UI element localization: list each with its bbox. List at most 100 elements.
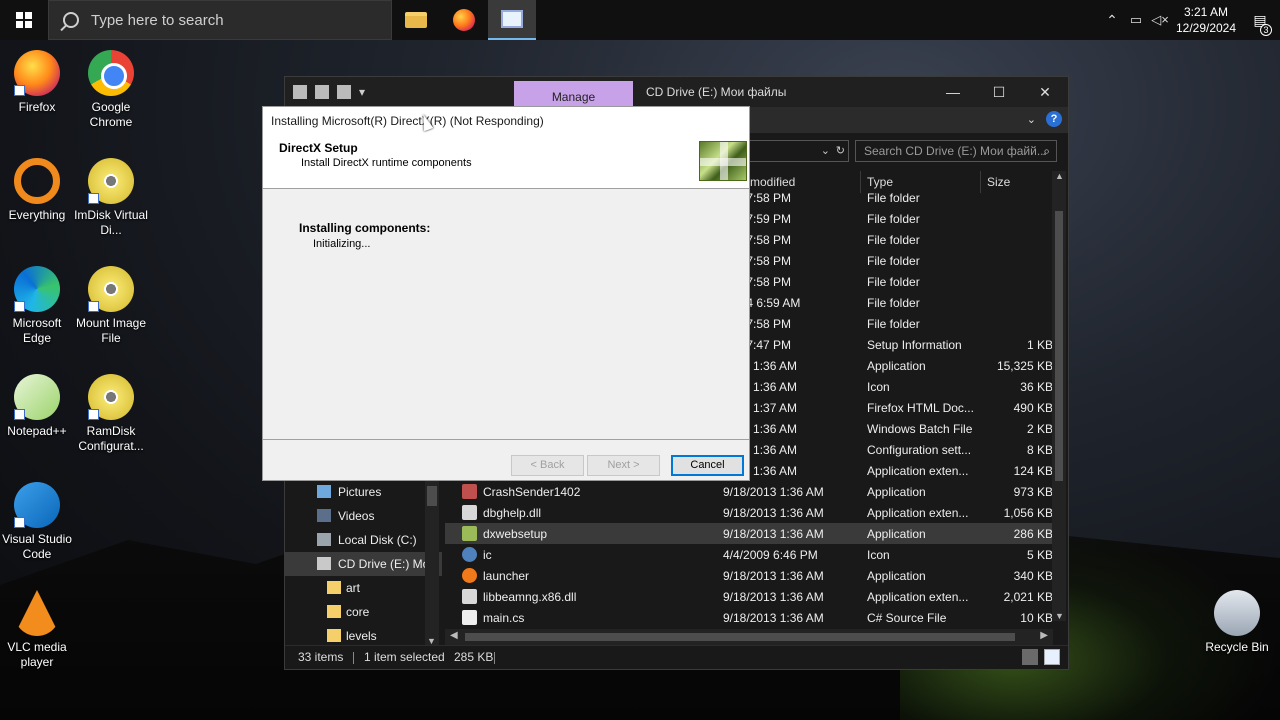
vertical-scrollbar[interactable]: ▲ ▼ [1052, 171, 1066, 621]
expand-ribbon-icon[interactable]: ⌄ [1027, 113, 1036, 126]
nav-label: Local Disk (C:) [338, 533, 417, 547]
nav-item-pictures[interactable]: Pictures [285, 480, 442, 504]
properties-icon[interactable] [315, 85, 329, 99]
desktop-icon-label: Recycle Bin [1205, 640, 1269, 654]
shortcut-arrow-icon [88, 409, 99, 420]
selection-size: 285 KB [454, 650, 494, 664]
windows-logo-icon [16, 12, 32, 28]
file-row[interactable]: libbeamng.x86.dll 9/18/2013 1:36 AM Applic… [445, 586, 1055, 607]
file-row-selected[interactable]: dxwebsetup 9/18/2013 1:36 AM Application 28… [445, 523, 1055, 544]
explorer-title-bar[interactable]: ▾ Manage CD Drive (E:) Мои файлы — ☐ ✕ [285, 77, 1068, 107]
desktop-icon-label: Firefox [18, 100, 56, 114]
selection-info: 1 item selected [364, 650, 445, 664]
minimize-icon[interactable]: — [930, 77, 976, 107]
desktop-icon-mount-image[interactable]: Mount Image File [74, 266, 148, 346]
scroll-up-icon[interactable]: ▲ [1055, 171, 1064, 181]
recycle-bin-icon [1214, 590, 1260, 636]
desktop-icon-label: VLC media player [7, 640, 67, 669]
taskbar-directx-setup[interactable] [488, 0, 536, 40]
back-button[interactable]: < Back [511, 455, 584, 476]
desktop-icon-ramdisk[interactable]: RamDisk Configurat... [74, 374, 148, 454]
manage-tab[interactable]: Manage [514, 81, 633, 107]
large-icons-view-icon[interactable] [1044, 649, 1060, 665]
desktop-icon-vlc[interactable]: VLC media player [0, 590, 74, 670]
nav-item-videos[interactable]: Videos [285, 504, 442, 528]
file-size: 5 KB [1026, 548, 1053, 562]
explorer-search-placeholder: Search CD Drive (E:) Мои файй... [864, 144, 1047, 158]
file-size: 1 KB [1026, 338, 1053, 352]
start-button[interactable] [0, 0, 48, 40]
desktop-icon-firefox[interactable]: Firefox [0, 50, 74, 115]
dll-file-icon [462, 505, 477, 520]
file-row[interactable]: dbghelp.dll 9/18/2013 1:36 AM Application … [445, 502, 1055, 523]
volume-muted-icon[interactable]: ◁× [1148, 12, 1172, 28]
chevron-down-icon[interactable]: ▾ [359, 85, 365, 99]
dialog-title-bar[interactable]: Installing Microsoft(R) DirectX(R) (Not … [263, 107, 749, 135]
drive-icon[interactable] [293, 85, 307, 99]
directx-setup-dialog: Installing Microsoft(R) DirectX(R) (Not … [262, 106, 750, 481]
desktop-icon-chrome[interactable]: Google Chrome [74, 50, 148, 130]
file-size: 340 KB [1013, 569, 1053, 583]
horizontal-scroll-thumb[interactable] [465, 633, 1015, 641]
help-icon[interactable]: ? [1046, 111, 1062, 127]
scroll-down-icon[interactable]: ▼ [1055, 611, 1064, 621]
cancel-button[interactable]: Cancel [671, 455, 744, 476]
nav-scrollbar[interactable]: ▼ [425, 480, 439, 648]
scroll-left-icon[interactable]: ◀ [450, 630, 458, 641]
firefox-icon [14, 50, 60, 96]
nav-scroll-thumb[interactable] [427, 486, 437, 506]
disc-icon [88, 374, 134, 420]
file-type: Application exten... [867, 590, 969, 604]
desktop-icon-label: Everything [8, 208, 66, 222]
file-row[interactable]: main.cs 9/18/2013 1:36 AM C# Source File 10… [445, 607, 1055, 628]
details-view-icon[interactable] [1022, 649, 1038, 665]
address-bar[interactable]: ⌄ ↻ [747, 140, 849, 162]
desktop-icon-notepad-plus[interactable]: Notepad++ [0, 374, 74, 439]
dialog-header: DirectX Setup Install DirectX runtime co… [263, 135, 749, 189]
taskbar: Type here to search ⌃ ▭ ◁× 3:21 AM 12/29… [0, 0, 1280, 40]
file-row[interactable]: CrashSender1402 9/18/2013 1:36 AM Applicat… [445, 481, 1055, 502]
taskbar-file-explorer[interactable] [392, 0, 440, 40]
network-icon[interactable]: ▭ [1124, 12, 1148, 28]
desktop-icon-imdisk[interactable]: ImDisk Virtual Di... [74, 158, 148, 238]
shortcut-arrow-icon [14, 409, 25, 420]
chevron-down-icon[interactable]: ⌄ [821, 144, 830, 157]
desktop-icon-edge[interactable]: Microsoft Edge [0, 266, 74, 346]
nav-item-art[interactable]: art [285, 576, 442, 600]
notification-badge: 3 [1260, 23, 1272, 36]
item-count: 33 items [298, 650, 344, 664]
desktop-icon-recycle-bin[interactable]: Recycle Bin [1200, 590, 1274, 655]
desktop-icon-vscode[interactable]: Visual Studio Code [0, 482, 74, 562]
file-name: libbeamng.x86.dll [483, 590, 577, 604]
file-type: Configuration sett... [867, 443, 972, 457]
vertical-scroll-thumb[interactable] [1055, 211, 1063, 481]
explorer-search-input[interactable]: Search CD Drive (E:) Мои файй... ⌕ [855, 140, 1057, 162]
chevron-up-icon[interactable]: ⌃ [1100, 12, 1124, 29]
shortcut-arrow-icon [88, 301, 99, 312]
nav-item-cd-drive[interactable]: CD Drive (E:) Mo [285, 552, 442, 576]
horizontal-scrollbar[interactable]: ◀ ▶ [445, 629, 1053, 645]
shortcut-arrow-icon [14, 517, 25, 528]
refresh-icon[interactable]: ↻ [836, 144, 845, 157]
file-row[interactable]: ic 4/4/2009 6:46 PM Icon 5 KB [445, 544, 1055, 565]
nav-item-core[interactable]: core [285, 600, 442, 624]
scroll-right-icon[interactable]: ▶ [1040, 630, 1048, 641]
videos-icon [317, 509, 331, 522]
new-folder-icon[interactable] [337, 85, 351, 99]
dialog-title: Installing Microsoft(R) DirectX(R) (Not … [271, 114, 544, 128]
file-row[interactable]: launcher 9/18/2013 1:36 AM Application 340 … [445, 565, 1055, 586]
install-status-detail: Initializing... [313, 238, 371, 250]
quick-access-toolbar: ▾ [285, 85, 405, 99]
clock[interactable]: 3:21 AM 12/29/2024 [1172, 4, 1240, 36]
desktop-icon-everything[interactable]: Everything [0, 158, 74, 223]
hard-drive-icon [317, 533, 331, 546]
maximize-icon[interactable]: ☐ [976, 77, 1022, 107]
taskbar-search-box[interactable]: Type here to search [48, 0, 392, 40]
close-icon[interactable]: ✕ [1022, 77, 1068, 107]
text-file-icon [462, 610, 477, 625]
taskbar-firefox[interactable] [440, 0, 488, 40]
action-center-button[interactable]: ▤ 3 [1240, 12, 1280, 36]
next-button[interactable]: Next > [587, 455, 660, 476]
cd-drive-icon [317, 557, 331, 570]
nav-item-local-disk[interactable]: Local Disk (C:) [285, 528, 442, 552]
